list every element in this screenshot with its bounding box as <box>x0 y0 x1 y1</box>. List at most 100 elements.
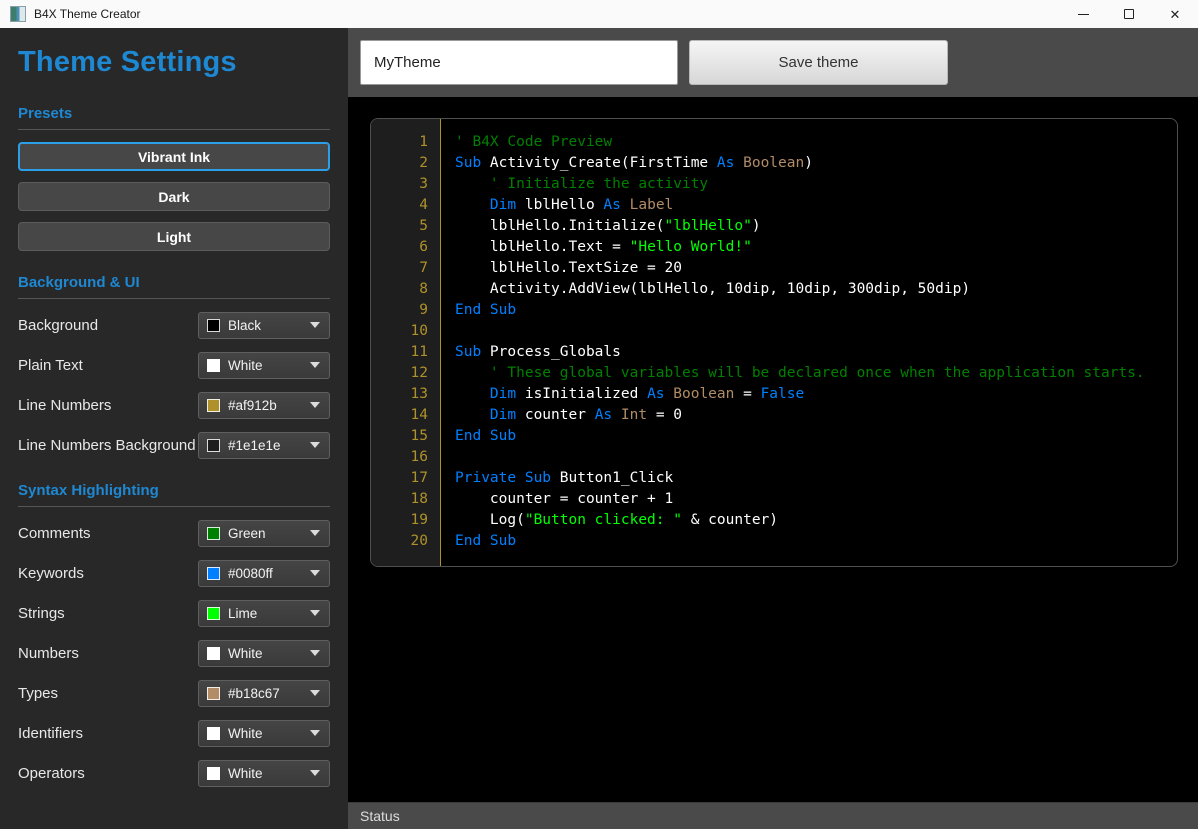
code-token <box>455 176 490 192</box>
preset-button-vibrant-ink[interactable]: Vibrant Ink <box>18 142 330 171</box>
code-token: Button1_Click <box>560 470 674 486</box>
dropdown-line-numbers-background[interactable]: #1e1e1e <box>198 432 330 459</box>
dropdown-value: Black <box>228 318 261 333</box>
dropdown-types[interactable]: #b18c67 <box>198 680 330 707</box>
section-presets: Presets Vibrant Ink Dark Light <box>18 105 330 251</box>
dropdown-strings[interactable]: Lime <box>198 600 330 627</box>
code-token: "lblHello" <box>665 218 752 234</box>
theme-name-input[interactable] <box>360 40 678 85</box>
code-token: lblHello <box>525 197 604 213</box>
section-divider <box>18 129 330 130</box>
code-token: isInitialized <box>525 386 647 402</box>
color-swatch <box>207 527 220 540</box>
line-number: 12 <box>371 363 428 384</box>
code-token: ' B4X Code Preview <box>455 134 612 150</box>
code-token: Dim <box>490 197 525 213</box>
setting-label: Strings <box>18 605 65 622</box>
setting-label: Comments <box>18 525 91 542</box>
code-line <box>455 321 1177 342</box>
line-number: 15 <box>371 426 428 447</box>
color-swatch <box>207 399 220 412</box>
setting-row-line-numbers: Line Numbers #af912b <box>18 391 330 419</box>
section-divider <box>18 298 330 299</box>
line-number: 17 <box>371 468 428 489</box>
minimize-button[interactable] <box>1060 0 1106 28</box>
window-body: Theme Settings Presets Vibrant InkDarkLi… <box>0 28 1198 829</box>
setting-row-plain-text: Plain Text White <box>18 351 330 379</box>
setting-row-comments: Comments Green <box>18 519 330 547</box>
section-heading: Background & UI <box>18 274 330 291</box>
line-number: 1 <box>371 132 428 153</box>
preset-button-dark[interactable]: Dark <box>18 182 330 211</box>
code-token: Log( <box>455 512 525 528</box>
code-token <box>455 407 490 423</box>
code-token <box>455 197 490 213</box>
section-syntax-highlighting: Syntax Highlighting Comments Green Keywo… <box>18 482 330 787</box>
status-bar: Status <box>348 802 1198 829</box>
line-number: 20 <box>371 531 428 552</box>
code-token: Label <box>630 197 674 213</box>
code-token: Int <box>621 407 647 423</box>
code-line: Dim lblHello As Label <box>455 195 1177 216</box>
chevron-down-icon <box>310 770 320 776</box>
line-number: 5 <box>371 216 428 237</box>
dropdown-plain-text[interactable]: White <box>198 352 330 379</box>
line-number: 8 <box>371 279 428 300</box>
section-heading: Presets <box>18 105 330 122</box>
section-body: Vibrant Ink Dark Light <box>18 142 330 251</box>
dropdown-value: Lime <box>228 606 257 621</box>
setting-label: Identifiers <box>18 725 83 742</box>
code-line <box>455 447 1177 468</box>
code-preview-area: 1234567891011121314151617181920 ' B4X Co… <box>348 97 1198 802</box>
code-token: counter <box>525 407 595 423</box>
dropdown-comments[interactable]: Green <box>198 520 330 547</box>
dropdown-background[interactable]: Black <box>198 312 330 339</box>
line-number: 16 <box>371 447 428 468</box>
chevron-down-icon <box>310 610 320 616</box>
code-token: Process_Globals <box>490 344 621 360</box>
dropdown-value: #af912b <box>228 398 277 413</box>
code-line: Dim counter As Int = 0 <box>455 405 1177 426</box>
code-token: ) <box>752 218 761 234</box>
code-line: Activity.AddView(lblHello, 10dip, 10dip,… <box>455 279 1177 300</box>
close-button[interactable]: ✕ <box>1152 0 1198 28</box>
code-line: ' Initialize the activity <box>455 174 1177 195</box>
code-token: Boolean <box>673 386 734 402</box>
chevron-down-icon <box>310 442 320 448</box>
dropdown-numbers[interactable]: White <box>198 640 330 667</box>
code-token: False <box>761 386 805 402</box>
dropdown-value: White <box>228 726 263 741</box>
code-preview-panel: 1234567891011121314151617181920 ' B4X Co… <box>370 118 1178 567</box>
code-line: End Sub <box>455 426 1177 447</box>
dropdown-value: #1e1e1e <box>228 438 281 453</box>
code-line: lblHello.Text = "Hello World!" <box>455 237 1177 258</box>
line-number: 4 <box>371 195 428 216</box>
color-swatch <box>207 727 220 740</box>
code-token: "Hello World!" <box>630 239 752 255</box>
window-title: B4X Theme Creator <box>34 7 141 21</box>
line-number: 18 <box>371 489 428 510</box>
dropdown-value: White <box>228 766 263 781</box>
code-line: counter = counter + 1 <box>455 489 1177 510</box>
setting-row-operators: Operators White <box>18 759 330 787</box>
maximize-button[interactable] <box>1106 0 1152 28</box>
dropdown-identifiers[interactable]: White <box>198 720 330 747</box>
setting-row-line-numbers-background: Line Numbers Background #1e1e1e <box>18 431 330 459</box>
dropdown-keywords[interactable]: #0080ff <box>198 560 330 587</box>
line-number: 9 <box>371 300 428 321</box>
dropdown-operators[interactable]: White <box>198 760 330 787</box>
dropdown-line-numbers[interactable]: #af912b <box>198 392 330 419</box>
line-number: 6 <box>371 237 428 258</box>
code-line: Private Sub Button1_Click <box>455 468 1177 489</box>
save-theme-button[interactable]: Save theme <box>689 40 948 85</box>
chevron-down-icon <box>310 322 320 328</box>
chevron-down-icon <box>310 650 320 656</box>
preset-button-light[interactable]: Light <box>18 222 330 251</box>
code-token: End Sub <box>455 533 516 549</box>
sidebar: Theme Settings Presets Vibrant InkDarkLi… <box>0 28 348 829</box>
code-token: Activity.AddView(lblHello, 10dip, 10dip,… <box>455 281 970 297</box>
sidebar-sections: Presets Vibrant Ink Dark Light Background … <box>18 105 330 787</box>
code-token: End Sub <box>455 302 516 318</box>
line-number: 14 <box>371 405 428 426</box>
dropdown-value: Green <box>228 526 266 541</box>
